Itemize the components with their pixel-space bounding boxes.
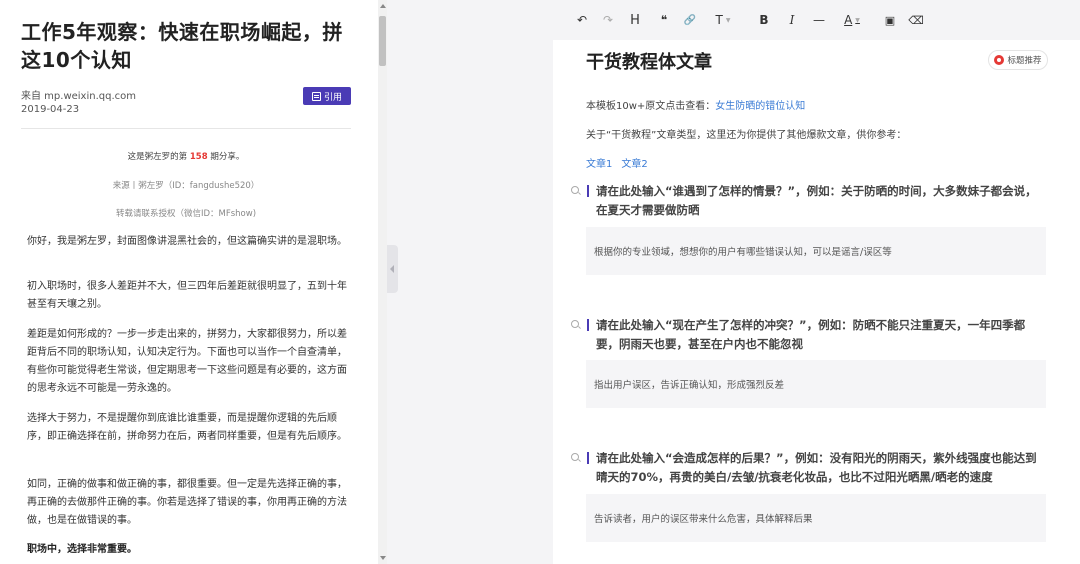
share-suffix: 期分享。 [207, 152, 245, 162]
share-number: 158 [189, 152, 208, 162]
article-link-1[interactable]: 文章1 [586, 159, 612, 170]
reference-links: 文章1 文章2 [586, 155, 657, 170]
question-block[interactable]: 请在此处输入“谁遇到了怎样的情景？”，例如：关于防晒的时间，大多数妹子都会说，在… [571, 182, 1046, 222]
divider [21, 128, 351, 129]
article-paragraph: 差距是如何形成的？一步一步走出来的，拼努力，大家都很努力，所以差距背后不同的职场… [27, 329, 347, 394]
redo-icon[interactable]: ↷ [601, 11, 615, 29]
template-source-prefix: 本模板10w+原文点击查看： [586, 101, 716, 112]
left-scrollbar[interactable] [378, 0, 387, 564]
bold-button[interactable]: B [757, 11, 771, 29]
article-paragraph: 你好，我是粥左罗，封面图像讲混黑社会的，但这篇确实讲的是混职场。 [27, 236, 347, 247]
article-paragraph: 初入职场时，很多人差距并不大，但三四年后差距就很明显了，五到十年甚至有天壤之别。 [27, 281, 347, 310]
template-source-link[interactable]: 女生防晒的错位认知 [715, 101, 805, 112]
editor-canvas[interactable]: 干货教程体文章 标题推荐 本模板10w+原文点击查看：女生防晒的错位认知 关于“… [553, 40, 1080, 564]
article-paragraph: 选择大于努力，不是提醒你到底谁比谁重要，而是提醒你逻辑的先后顺序，即正确选择在前… [27, 413, 347, 442]
link-icon[interactable]: 🔗 [683, 11, 697, 29]
font-color-label: A [844, 13, 853, 27]
question-text[interactable]: 请在此处输入“谁遇到了怎样的情景？”，例如：关于防晒的时间，大多数妹子都会说，在… [596, 182, 1046, 220]
article-date: 2019-04-23 [21, 104, 80, 115]
hint-box[interactable]: 指出用户误区，告诉正确认知，形成强烈反差 [586, 360, 1046, 408]
horizontal-rule-button[interactable]: — [811, 11, 827, 29]
heading-button[interactable]: H [628, 11, 642, 29]
share-line: 这是粥左罗的第 158 期分享。 [21, 150, 351, 162]
question-text[interactable]: 请在此处输入“现在产生了怎样的冲突？”，例如：防晒不能只注重夏天，一年四季都要，… [596, 316, 1046, 354]
search-icon [571, 186, 579, 194]
article-paragraph-bold: 职场中，选择非常重要。 [27, 544, 137, 555]
article-source: 来自 mp.weixin.qq.com [21, 91, 136, 102]
reference-intro: 关于“干货教程”文章类型，这里还为你提供了其他爆款文章，供你参考： [586, 130, 907, 141]
clear-format-icon[interactable]: ⌫ [908, 11, 924, 29]
editor-toolbar: ↶ ↷ H ❝ 🔗 T ▼ B I — A ▼ ▣ ⌫ [387, 0, 1080, 40]
article-link-2[interactable]: 文章2 [621, 159, 647, 170]
search-pin-icon [994, 55, 1005, 65]
cite-button[interactable]: 引用 [303, 87, 351, 105]
template-source-line: 本模板10w+原文点击查看：女生防晒的错位认知 [586, 97, 805, 112]
chevron-down-icon: ▼ [725, 16, 731, 24]
pane-gap [387, 0, 553, 564]
title-recommend-label: 标题推荐 [1007, 56, 1042, 66]
search-icon [571, 320, 579, 328]
question-text[interactable]: 请在此处输入“会造成怎样的后果？”，例如：没有阳光的阴雨天，紫外线强度也能达到晴… [596, 449, 1046, 487]
cite-label: 引用 [323, 92, 342, 103]
quote-icon[interactable]: ❝ [657, 11, 671, 29]
image-icon[interactable]: ▣ [883, 11, 897, 29]
heading-marker [587, 452, 589, 464]
share-prefix: 这是粥左罗的第 [127, 152, 190, 162]
source-line: 来源丨粥左罗（ID：fangdushe520） [112, 181, 260, 191]
heading-marker [587, 185, 589, 197]
scroll-thumb[interactable] [379, 16, 386, 66]
italic-button[interactable]: I [785, 11, 799, 29]
reprint-line: 转载请联系授权（微信ID：MFshow) [115, 209, 257, 219]
scroll-up-arrow-icon[interactable] [380, 4, 386, 8]
source-article-pane: 工作5年观察：快速在职场崛起，拼这10个认知 来自 mp.weixin.qq.c… [0, 0, 378, 564]
hint-box[interactable]: 根据你的专业领域，想想你的用户有哪些错误认知，可以是谣言/误区等 [586, 227, 1046, 275]
text-type-dropdown[interactable]: T ▼ [713, 11, 733, 29]
article-paragraph: 如同，正确的做事和做正确的事，都很重要。但一定是先选择正确的事，再正确的去做那件… [27, 479, 347, 526]
quote-doc-icon [311, 91, 321, 101]
text-type-label: T [715, 13, 723, 27]
font-color-dropdown[interactable]: A ▼ [839, 11, 865, 29]
article-title: 工作5年观察：快速在职场崛起，拼这10个认知 [21, 20, 343, 72]
question-block[interactable]: 请在此处输入“会造成怎样的后果？”，例如：没有阳光的阴雨天，紫外线强度也能达到晴… [571, 449, 1046, 489]
search-icon [571, 453, 579, 461]
heading-marker [587, 319, 589, 331]
scroll-down-arrow-icon[interactable] [380, 556, 386, 560]
collapse-pane-handle[interactable] [387, 245, 398, 293]
undo-icon[interactable]: ↶ [575, 11, 589, 29]
title-recommend-button[interactable]: 标题推荐 [988, 50, 1048, 70]
chevron-down-icon: ▼ [855, 16, 860, 24]
question-block[interactable]: 请在此处输入“现在产生了怎样的冲突？”，例如：防晒不能只注重夏天，一年四季都要，… [571, 316, 1046, 356]
hint-box[interactable]: 告诉读者，用户的误区带来什么危害，具体解释后果 [586, 494, 1046, 542]
doc-title[interactable]: 干货教程体文章 [586, 48, 712, 74]
